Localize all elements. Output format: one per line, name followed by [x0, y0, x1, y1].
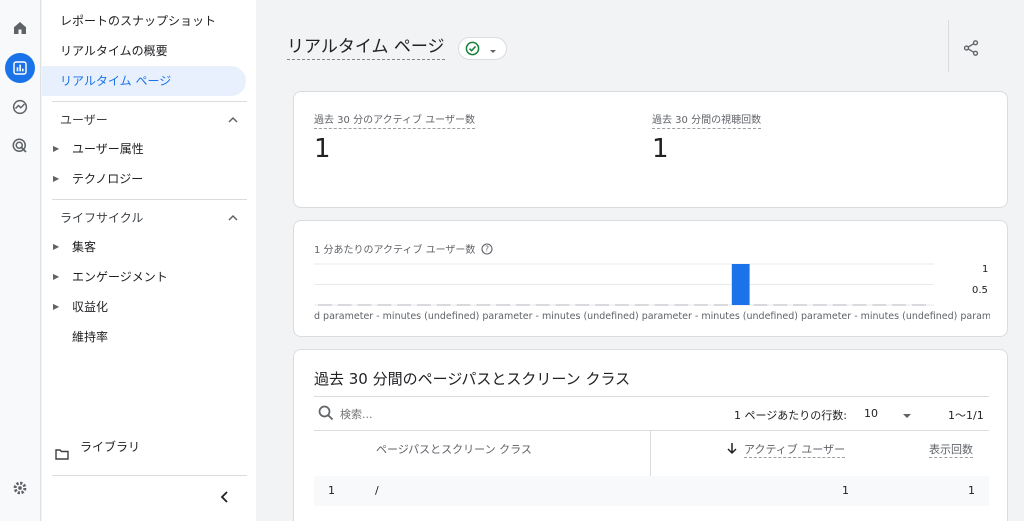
- caret-down-icon: [488, 42, 498, 61]
- home-icon[interactable]: [5, 13, 35, 43]
- table-title: 過去 30 分間のページパスとスクリーン クラス: [314, 370, 631, 388]
- x-axis-labels: d parameter - minutes (undefined) parame…: [314, 311, 990, 322]
- metrics-card: 過去 30 分のアクティブ ユーザー数 1 過去 30 分間の視聴回数 1: [293, 91, 1008, 208]
- metric-value-views: 1: [652, 134, 669, 164]
- chart-bar: [731, 264, 750, 305]
- explore-icon[interactable]: [5, 92, 35, 122]
- pagination-text: 1〜1/1: [948, 409, 984, 422]
- chart-card: 1 分あたりのアクティブ ユーザー数 ? 1 0.5 d parameter -…: [293, 220, 1008, 337]
- nav-item-retention[interactable]: 維持率: [42, 322, 246, 352]
- chevron-up-icon: [228, 108, 238, 134]
- search-input[interactable]: [340, 405, 500, 423]
- chart-title: 1 分あたりのアクティブ ユーザー数 ?: [314, 241, 493, 258]
- nav-item-realtime-overview[interactable]: リアルタイムの概要: [42, 36, 246, 66]
- nav-item-acquisition[interactable]: ▶ 集客: [42, 232, 246, 262]
- chevron-left-icon[interactable]: [215, 487, 235, 507]
- expand-arrow-icon: ▶: [53, 272, 60, 281]
- main-content: リアルタイム ページ 過去 30 分のアクティブ ユーザー数 1 過去 30 分…: [258, 0, 1024, 521]
- chart-title-text: 1 分あたりのアクティブ ユーザー数: [314, 245, 476, 256]
- expand-arrow-icon: ▶: [53, 242, 60, 251]
- page-title[interactable]: リアルタイム ページ: [287, 35, 445, 60]
- nav-item-demographics[interactable]: ▶ ユーザー属性: [42, 134, 246, 164]
- active-users-per-minute-chart: [314, 263, 934, 306]
- caret-down-icon: [902, 407, 912, 426]
- header-divider: [948, 20, 949, 72]
- metric-value-active-users: 1: [314, 134, 331, 164]
- nav-section-user-label: ユーザー: [60, 113, 108, 127]
- reports-icon[interactable]: [5, 53, 35, 83]
- svg-text:?: ?: [485, 245, 489, 254]
- nav-section-lifecycle[interactable]: ライフサイクル: [42, 206, 246, 230]
- table-divider: [314, 430, 989, 431]
- y-tick-1: 1: [982, 264, 989, 275]
- report-nav: レポートのスナップショット リアルタイムの概要 リアルタイム ページ ユーザー …: [42, 0, 256, 521]
- table-divider: [314, 396, 989, 397]
- table-card: 過去 30 分間のページパスとスクリーン クラス 1 ページあたりの行数: 10…: [293, 349, 1008, 521]
- nav-section-lifecycle-label: ライフサイクル: [60, 211, 144, 225]
- sort-arrow-down-icon[interactable]: [726, 440, 738, 459]
- table-row[interactable]: 1 / 1 1: [314, 476, 989, 506]
- search-icon[interactable]: [318, 405, 336, 423]
- nav-item-label: 収益化: [72, 300, 109, 314]
- row-views: 1: [968, 484, 975, 497]
- nav-divider: [52, 101, 247, 102]
- metric-label-active-users[interactable]: 過去 30 分のアクティブ ユーザー数: [314, 114, 475, 129]
- folder-icon: [55, 441, 69, 471]
- nav-section-user[interactable]: ユーザー: [42, 108, 246, 132]
- nav-item-realtime-pages[interactable]: リアルタイム ページ: [42, 66, 246, 96]
- help-icon[interactable]: ?: [481, 243, 493, 258]
- y-tick-0-5: 0.5: [972, 285, 988, 296]
- nav-divider: [52, 475, 247, 476]
- nav-item-library[interactable]: ライブラリ: [42, 432, 246, 462]
- nav-item-label: エンゲージメント: [72, 270, 168, 284]
- rows-per-page-value: 10: [864, 407, 878, 420]
- nav-divider: [52, 199, 247, 200]
- row-active-users: 1: [842, 484, 849, 497]
- gear-icon[interactable]: [5, 473, 35, 503]
- column-header-page-path[interactable]: ページパスとスクリーン クラス: [376, 441, 532, 457]
- expand-arrow-icon: ▶: [53, 174, 60, 183]
- rows-per-page-select[interactable]: 10: [860, 403, 920, 423]
- column-header-active-users[interactable]: アクティブ ユーザー: [744, 441, 846, 458]
- nav-item-label: テクノロジー: [72, 172, 144, 186]
- nav-item-snapshot[interactable]: レポートのスナップショット: [42, 6, 246, 36]
- expand-arrow-icon: ▶: [53, 144, 60, 153]
- rows-per-page-label: 1 ページあたりの行数:: [734, 409, 847, 422]
- nav-item-engagement[interactable]: ▶ エンゲージメント: [42, 262, 246, 292]
- expand-arrow-icon: ▶: [53, 302, 60, 311]
- nav-item-label: 集客: [72, 240, 97, 254]
- nav-item-monetization[interactable]: ▶ 収益化: [42, 292, 246, 322]
- check-circle-icon: [465, 41, 480, 60]
- row-page-path: /: [375, 484, 379, 497]
- chevron-up-icon: [228, 206, 238, 232]
- metric-label-views[interactable]: 過去 30 分間の視聴回数: [652, 114, 762, 129]
- column-header-views[interactable]: 表示回数: [929, 441, 973, 458]
- nav-item-label: ユーザー属性: [72, 142, 144, 156]
- icon-rail: [0, 0, 41, 521]
- advertising-icon[interactable]: [5, 131, 35, 161]
- nav-item-technology[interactable]: ▶ テクノロジー: [42, 164, 246, 194]
- row-index: 1: [328, 484, 335, 497]
- share-icon[interactable]: [958, 35, 984, 61]
- status-dropdown[interactable]: [458, 37, 507, 60]
- nav-item-label: ライブラリ: [80, 440, 141, 454]
